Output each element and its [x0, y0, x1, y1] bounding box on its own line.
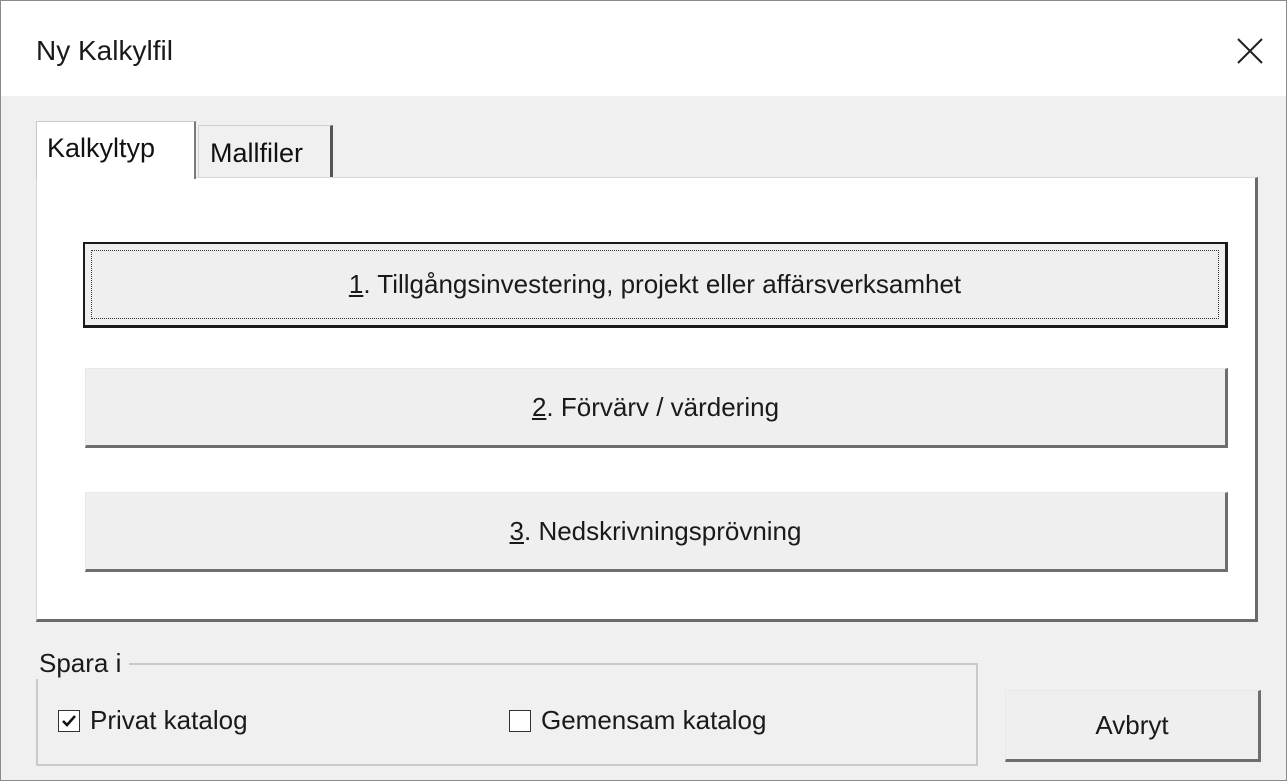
- private-folder-checkbox[interactable]: [58, 709, 80, 732]
- calc-type-label: 3. Nedskrivningsprövning: [509, 516, 802, 546]
- window-title: Ny Kalkylfil: [36, 35, 173, 66]
- calc-type-button-1[interactable]: 1. Tillgångsinvestering, projekt eller a…: [83, 242, 1228, 328]
- calc-type-button-3[interactable]: 3. Nedskrivningsprövning: [85, 492, 1228, 572]
- calc-type-button-2[interactable]: 2. Förvärv / värdering: [85, 368, 1228, 448]
- checkbox-label: Privat katalog: [90, 705, 248, 735]
- checkbox-label: Gemensam katalog: [541, 705, 767, 735]
- close-button[interactable]: [1222, 23, 1278, 79]
- shared-folder-checkbox[interactable]: [509, 709, 531, 732]
- tab-mallfiler[interactable]: Mallfiler: [198, 125, 333, 177]
- shared-folder-checkbox-row[interactable]: Gemensam katalog: [509, 705, 766, 736]
- private-folder-checkbox-row[interactable]: Privat katalog: [58, 705, 248, 736]
- tab-label: Kalkyltyp: [47, 133, 156, 163]
- close-icon: [1237, 38, 1263, 64]
- title-bar: Ny Kalkylfil: [1, 1, 1286, 96]
- cancel-button[interactable]: Avbryt: [1005, 690, 1261, 762]
- calc-type-label: 2. Förvärv / värdering: [531, 392, 780, 422]
- checkmark-icon: [62, 714, 76, 727]
- new-calc-file-dialog: Ny Kalkylfil Kalkyltyp Mallfiler 1. Till…: [0, 0, 1287, 781]
- tab-panel-kalkyltyp: 1. Tillgångsinvestering, projekt eller a…: [36, 177, 1258, 622]
- save-in-legend: Spara i: [31, 648, 130, 679]
- tab-label: Mallfiler: [210, 138, 304, 168]
- tab-kalkyltyp[interactable]: Kalkyltyp: [36, 121, 196, 179]
- calc-type-label: 1. Tillgångsinvestering, projekt eller a…: [348, 269, 962, 299]
